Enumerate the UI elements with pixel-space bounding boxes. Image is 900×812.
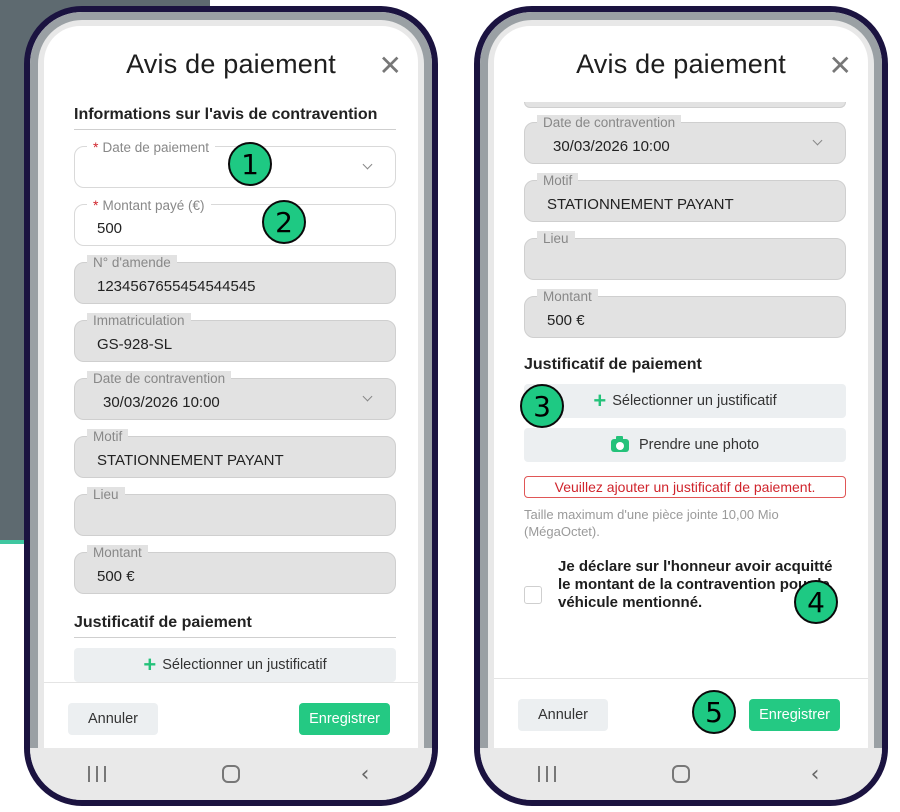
field-label: Lieu [87, 487, 125, 503]
save-button[interactable]: Enregistrer [299, 703, 390, 735]
plus-icon: + [593, 388, 607, 413]
field-value: 30/03/2026 10:00 [553, 138, 670, 155]
step-badge-1: 1 [228, 142, 272, 186]
save-button[interactable]: Enregistrer [749, 699, 840, 731]
location-field: Lieu [524, 231, 846, 280]
step-badge-5: 5 [692, 690, 736, 734]
field-label: Date de contravention [537, 115, 682, 131]
modal-header: Avis de paiement ✕ [44, 26, 418, 102]
step-badge-3: 3 [520, 384, 564, 428]
take-photo-button[interactable]: Prendre une photo [524, 428, 846, 462]
field-label: Immatriculation [87, 313, 191, 329]
modal-footer: Annuler Enregistrer [44, 682, 418, 738]
close-icon[interactable]: ✕ [829, 52, 852, 80]
recent-apps-icon[interactable] [77, 759, 117, 789]
registration-field: Immatriculation GS-928-SL [74, 313, 396, 362]
amount-field: Montant 500 € [524, 289, 846, 338]
back-icon[interactable]: ‹ [345, 759, 385, 789]
modal-footer: Annuler Enregistrer [494, 678, 868, 734]
step-badge-4: 4 [794, 580, 838, 624]
fine-number-field: N° d'amende 1234567655454544545 [74, 255, 396, 304]
reason-field: Motif STATIONNEMENT PAYANT [74, 429, 396, 478]
field-label: Montant [87, 545, 148, 561]
reason-field: Motif STATIONNEMENT PAYANT [524, 173, 846, 222]
modal-title: Avis de paiement [576, 48, 786, 79]
chevron-down-icon [362, 391, 373, 402]
field-value: 30/03/2026 10:00 [103, 394, 220, 411]
section-title-proof: Justificatif de paiement [74, 614, 396, 638]
field-value: 1234567655454544545 [97, 278, 256, 295]
modal-header: Avis de paiement ✕ [494, 26, 868, 102]
camera-icon [610, 435, 629, 452]
field-value: STATIONNEMENT PAYANT [97, 452, 284, 469]
select-proof-button[interactable]: + Sélectionner un justificatif [524, 384, 846, 418]
field-label: Motif [87, 429, 129, 445]
cancel-button[interactable]: Annuler [68, 703, 158, 735]
field-value: 500 € [547, 312, 585, 329]
location-field: Lieu [74, 487, 396, 536]
field-value: 500 € [97, 568, 135, 585]
field-label: Date de paiement [102, 140, 210, 155]
android-nav-bar: ‹ [30, 748, 432, 800]
amount-paid-input[interactable]: * Montant payé (€) 500 [74, 197, 396, 246]
chevron-down-icon [362, 159, 373, 170]
step-badge-2: 2 [262, 200, 306, 244]
offense-date-field: Date de contravention 30/03/2026 10:00 [524, 115, 846, 164]
button-label: Sélectionner un justificatif [612, 393, 777, 409]
home-icon[interactable] [211, 759, 251, 789]
select-proof-button[interactable]: + Sélectionner un justificatif [74, 648, 396, 682]
declaration-text: Je déclare sur l'honneur avoir acquitté … [558, 558, 833, 611]
field-value: STATIONNEMENT PAYANT [547, 196, 734, 213]
required-marker: * [93, 139, 99, 155]
field-label: Motif [537, 173, 579, 189]
modal-title: Avis de paiement [126, 48, 336, 79]
field-value: 500 [97, 220, 123, 237]
section-title-info: Informations sur l'avis de contravention [74, 106, 396, 130]
size-hint: Taille maximum d'une pièce jointe 10,00 … [524, 507, 779, 539]
button-label: Prendre une photo [638, 437, 760, 453]
cancel-button[interactable]: Annuler [518, 699, 608, 731]
amount-field: Montant 500 € [74, 545, 396, 594]
plus-icon: + [143, 652, 157, 677]
error-message: Veuillez ajouter un justificatif de paie… [524, 476, 846, 498]
chevron-down-icon [812, 135, 823, 146]
android-nav-bar: ‹ [480, 748, 882, 800]
scrolled-field-edge [524, 102, 846, 108]
offense-date-field: Date de contravention 30/03/2026 10:00 [74, 371, 396, 420]
field-label: Montant [537, 289, 598, 305]
required-marker: * [93, 197, 99, 213]
close-icon[interactable]: ✕ [379, 52, 402, 80]
home-icon[interactable] [661, 759, 701, 789]
section-title-proof: Justificatif de paiement [524, 356, 702, 373]
phone-left: Avis de paiement ✕ Informations sur l'av… [24, 6, 438, 806]
form-body: Informations sur l'avis de contravention… [74, 106, 396, 682]
screen-left: Avis de paiement ✕ Informations sur l'av… [44, 26, 418, 766]
back-icon[interactable]: ‹ [795, 759, 835, 789]
declaration-checkbox[interactable] [524, 586, 542, 604]
form-body: Date de contravention 30/03/2026 10:00 M… [524, 102, 846, 612]
button-label: Sélectionner un justificatif [162, 657, 327, 673]
field-label: Date de contravention [87, 371, 232, 387]
field-label: Lieu [537, 231, 575, 247]
recent-apps-icon[interactable] [527, 759, 567, 789]
field-label: N° d'amende [87, 255, 177, 271]
field-value: GS-928-SL [97, 336, 173, 353]
field-label: Montant payé (€) [102, 198, 205, 213]
